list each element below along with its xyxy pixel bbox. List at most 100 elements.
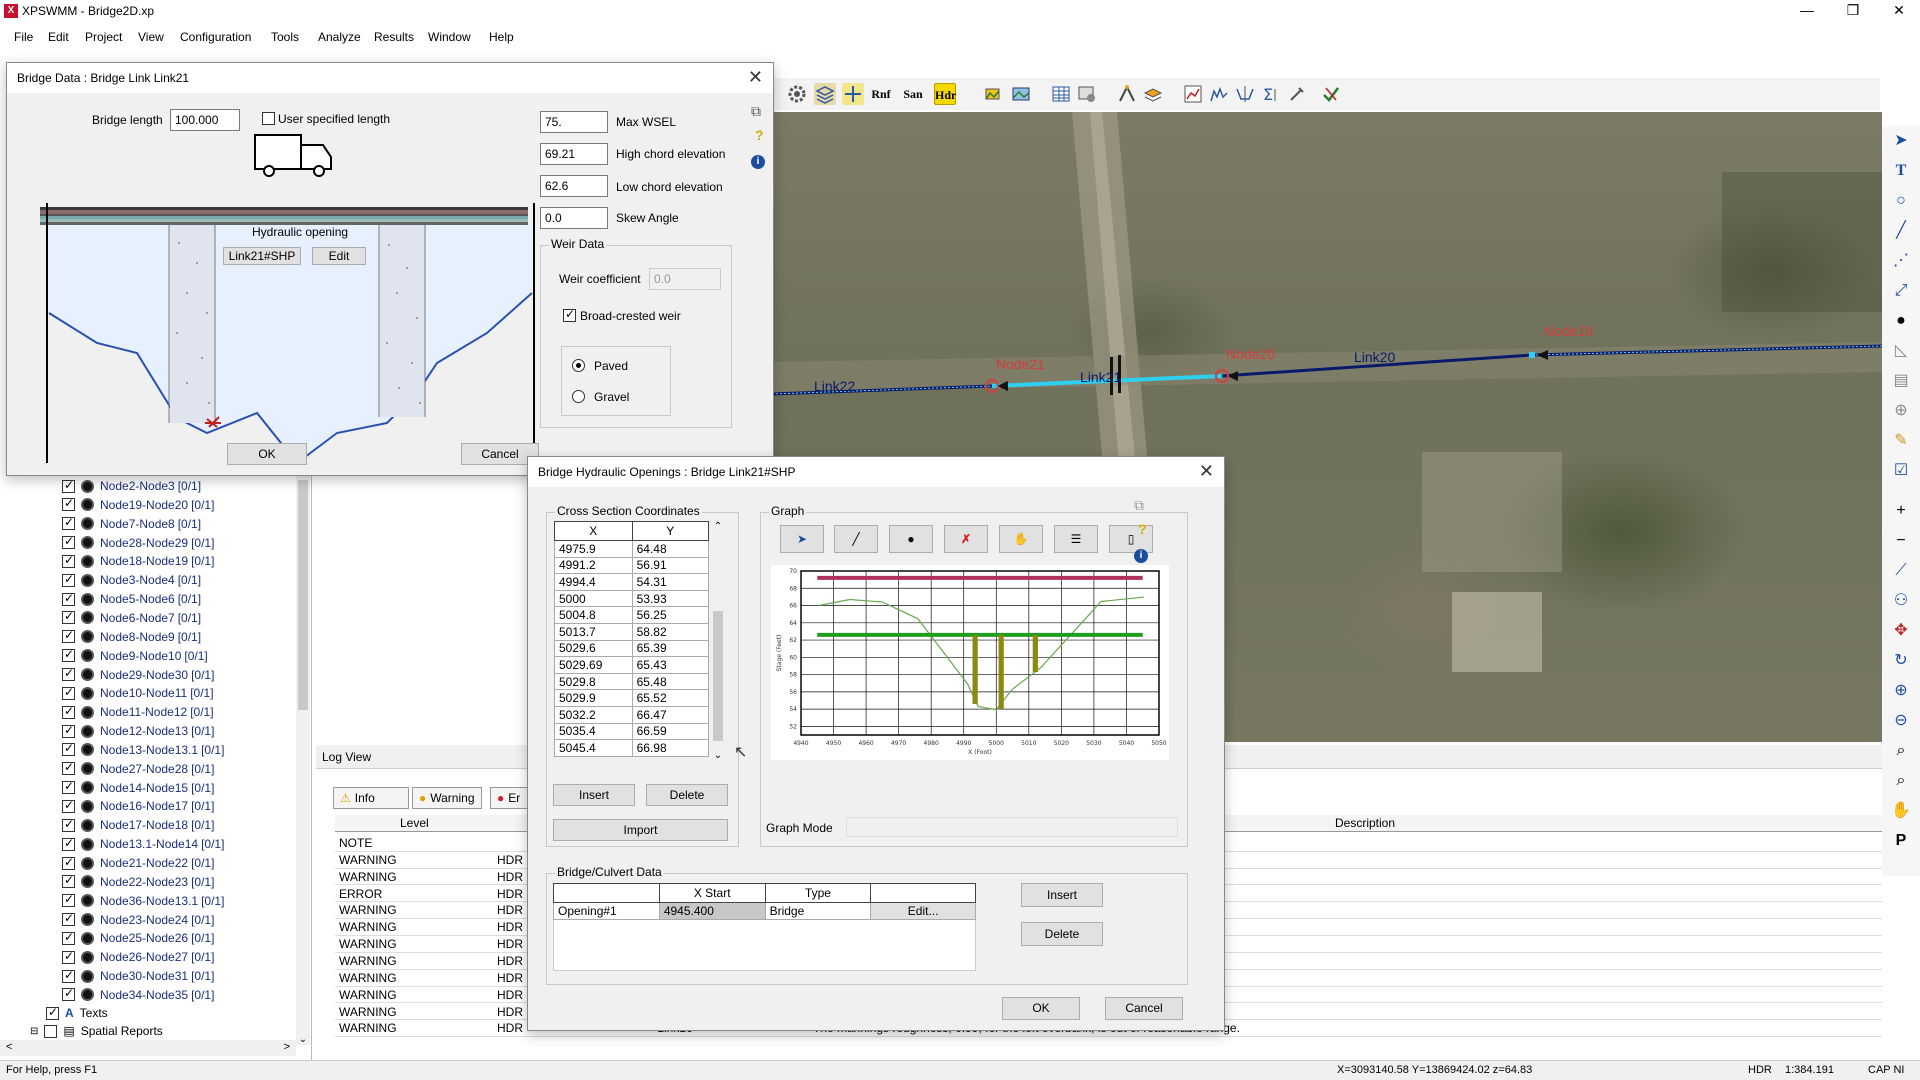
graph-list-tool-button[interactable]: ☰ <box>1054 525 1098 553</box>
gravel-radio[interactable] <box>572 390 585 403</box>
graph-point-tool-button[interactable]: ● <box>889 525 933 553</box>
coordinate-row[interactable]: 5045.4 66.98 <box>554 739 710 757</box>
runoff-mode-button[interactable]: Rnf <box>870 83 892 105</box>
hand-pan-icon[interactable]: ✋ <box>1890 800 1912 822</box>
menu-window[interactable]: Window <box>428 30 471 44</box>
dashed-line-icon[interactable]: ⋰ <box>1890 250 1912 272</box>
coord-y-cell[interactable]: 54.31 <box>631 573 710 591</box>
copy-icon[interactable]: ⧉ <box>751 103 761 120</box>
tree-item-checkbox[interactable] <box>62 741 75 757</box>
info-icon[interactable]: i <box>751 155 765 169</box>
zoom-window-icon[interactable]: ⌕ <box>1890 740 1912 762</box>
flag-icon[interactable] <box>982 83 1004 105</box>
bridge-col-name[interactable] <box>553 883 660 903</box>
map-label-link20[interactable]: Link20 <box>1354 349 1395 365</box>
sigma-icon[interactable]: Σ <box>1260 83 1282 105</box>
openings-help-icon[interactable]: ? <box>1138 521 1147 537</box>
opening-edit-cell[interactable]: Edit... <box>870 902 976 920</box>
coordinate-row[interactable]: 5029.6 65.39 <box>554 639 710 658</box>
pan-line-icon[interactable]: ⟋ <box>1890 560 1912 582</box>
restore-button[interactable]: ❐ <box>1830 0 1876 22</box>
tree-item[interactable]: Node34-Node35[0/1] <box>62 986 214 1004</box>
col-y-header[interactable]: Y <box>631 521 710 541</box>
coord-x-cell[interactable]: 5035.4 <box>554 722 633 741</box>
chart-tool-icon[interactable]: ☑ <box>1890 460 1912 482</box>
opening-name-cell[interactable]: Opening#1 <box>553 902 660 920</box>
bridge-dialog-close-icon[interactable]: ✕ <box>748 67 763 88</box>
coordinate-row[interactable]: 5013.7 58.82 <box>554 622 710 641</box>
weir-coefficient-input[interactable]: 0.0 <box>649 268 721 290</box>
bridge-delete-button[interactable]: Delete <box>1021 922 1103 946</box>
coord-y-cell[interactable]: 65.39 <box>631 639 710 658</box>
col-x-header[interactable]: X <box>554 521 633 541</box>
map-label-link22[interactable]: Link22 <box>814 378 855 394</box>
paved-radio[interactable] <box>572 359 585 372</box>
coord-y-cell[interactable]: 65.48 <box>631 672 710 691</box>
tree-item[interactable]: Node13.1-Node14[0/1] <box>62 835 224 853</box>
layers-orange-icon[interactable] <box>1142 83 1164 105</box>
bridge-ok-button[interactable]: OK <box>227 443 307 465</box>
coordinate-row[interactable]: 5035.4 66.59 <box>554 722 710 741</box>
tree-item-checkbox[interactable] <box>62 949 75 964</box>
tree-item-checkbox[interactable] <box>62 968 75 983</box>
coord-x-cell[interactable]: 4991.2 <box>554 556 633 575</box>
tree-item-checkbox[interactable] <box>62 892 75 908</box>
map-label-node21[interactable]: Node21 <box>996 356 1045 372</box>
tree-item-checkbox[interactable] <box>62 911 75 927</box>
hydraulics-mode-button[interactable]: Hdr <box>934 83 956 105</box>
coord-y-cell[interactable]: 53.93 <box>631 589 710 608</box>
opening-edit-button[interactable]: Edit <box>312 247 366 265</box>
coord-y-cell[interactable]: 56.25 <box>631 606 710 624</box>
tree-item-checkbox[interactable] <box>62 534 75 550</box>
tree-item-checkbox[interactable] <box>62 591 75 606</box>
openings-dialog-close-icon[interactable]: ✕ <box>1199 461 1214 482</box>
menu-file[interactable]: File <box>14 30 33 44</box>
tree-item-checkbox[interactable] <box>62 666 75 681</box>
tree-item-checkbox[interactable] <box>62 779 75 795</box>
tree-item[interactable]: Node9-Node10[0/1] <box>62 647 208 665</box>
graph-mode-field[interactable] <box>846 817 1178 837</box>
minimize-button[interactable]: — <box>1784 0 1830 22</box>
low-chord-input[interactable]: 62.6 <box>540 175 608 197</box>
graph-line-tool-button[interactable]: ╱ <box>834 525 878 553</box>
sanitary-mode-button[interactable]: San <box>902 83 924 105</box>
tree-item[interactable]: Node28-Node29[0/1] <box>62 534 214 552</box>
tree-item-checkbox[interactable] <box>62 496 75 512</box>
target-tool-icon[interactable]: ⊕ <box>1890 400 1912 422</box>
tree-item[interactable]: Node21-Node22[0/1] <box>62 854 214 872</box>
tree-item-checkbox[interactable] <box>62 704 75 719</box>
bridge-culvert-table[interactable]: X Start Type Opening#1 4945.400 Bridge E… <box>553 883 976 920</box>
text-tool-icon[interactable]: T <box>1890 160 1912 182</box>
bridge-insert-button[interactable]: Insert <box>1021 883 1103 907</box>
link-tool-icon[interactable]: ⤢ <box>1890 280 1912 302</box>
log-tab-warning[interactable]: ● Warning <box>412 787 482 809</box>
tree-item-checkbox[interactable] <box>62 515 75 531</box>
zoom-in-plus-icon[interactable]: + <box>1890 500 1912 522</box>
coord-x-cell[interactable]: 5000 <box>554 589 633 608</box>
log-tab-error[interactable]: ● Er <box>490 787 530 809</box>
circle-tool-icon[interactable]: ○ <box>1890 190 1912 212</box>
tree-item[interactable]: Node17-Node18[0/1] <box>62 816 214 834</box>
menu-tools[interactable]: Tools <box>271 30 299 44</box>
coord-x-cell[interactable]: 5029.9 <box>554 689 633 707</box>
tree-item[interactable]: Node30-Node31[0/1] <box>62 967 214 985</box>
tree-item[interactable]: Node27-Node28[0/1] <box>62 760 214 778</box>
help-question-icon[interactable]: ? <box>755 127 764 143</box>
tree-item-checkbox[interactable] <box>62 553 75 568</box>
tree-item-checkbox[interactable] <box>62 873 75 889</box>
coordinate-row[interactable]: 5032.2 66.47 <box>554 705 710 724</box>
high-chord-input[interactable]: 69.21 <box>540 143 608 165</box>
profile-icon[interactable] <box>1208 83 1230 105</box>
graph-pan-tool-button[interactable]: ✋ <box>999 525 1043 553</box>
tree-vertical-scrollbar[interactable]: ⌄ <box>296 470 310 1045</box>
tree-item[interactable]: Node13-Node13.1[0/1] <box>62 741 224 759</box>
tree-item[interactable]: Node22-Node23[0/1] <box>62 873 214 891</box>
menu-project[interactable]: Project <box>85 30 122 44</box>
graph-select-tool-button[interactable]: ➤ <box>780 525 824 553</box>
coord-y-cell[interactable]: 65.52 <box>631 689 710 707</box>
tree-item-checkbox[interactable] <box>62 685 75 700</box>
coord-y-cell[interactable]: 64.48 <box>631 540 710 558</box>
select-arrow-icon[interactable]: ➤ <box>1890 130 1912 152</box>
tree-item[interactable]: Node23-Node24[0/1] <box>62 911 214 929</box>
max-wsel-input[interactable]: 75. <box>540 111 608 133</box>
